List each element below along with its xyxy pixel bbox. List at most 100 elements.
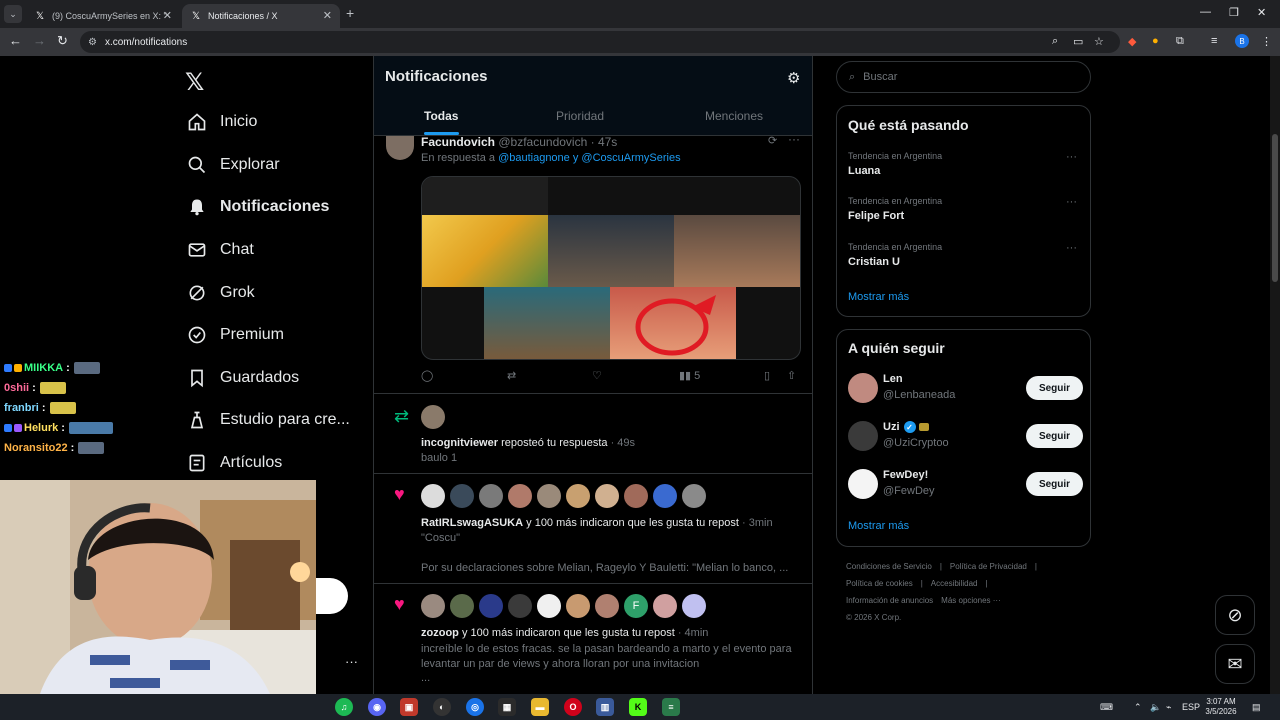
mention-link[interactable]: @CoscuArmySeries <box>581 152 680 164</box>
post-button[interactable] <box>316 578 348 614</box>
keyboard-icon[interactable]: ⌨ <box>1100 702 1113 713</box>
trend-item[interactable]: Tendencia en Argentina Luana ··· <box>848 151 1083 177</box>
more-options-icon[interactable]: ··· <box>788 132 800 146</box>
x-logo-icon[interactable]: 𝕏 <box>185 68 204 96</box>
new-tab-icon[interactable]: + <box>346 5 354 21</box>
opera-icon[interactable]: O <box>564 698 582 716</box>
extension-icon[interactable]: ● <box>1152 35 1159 47</box>
footer-link[interactable]: Accesibilidad <box>931 579 978 588</box>
avatar[interactable] <box>848 421 878 451</box>
app-icon[interactable]: ▣ <box>400 698 418 716</box>
avatar[interactable] <box>537 594 561 618</box>
grok-fab-button[interactable]: ⊘ <box>1215 595 1255 635</box>
share-icon[interactable]: ⇧ <box>787 369 796 382</box>
restore-icon[interactable]: ❐ <box>1229 6 1239 19</box>
like-icon[interactable]: ♡ <box>592 369 602 382</box>
follow-button[interactable]: Seguir <box>1026 472 1083 496</box>
footer-link[interactable]: Condiciones de Servicio <box>846 562 932 571</box>
file-explorer-icon[interactable]: ▬ <box>531 698 549 716</box>
browser-tab-active[interactable]: 𝕏 Notificaciones / X ✕ <box>182 4 340 28</box>
spotify-icon[interactable]: ♫ <box>335 698 353 716</box>
grok-icon[interactable]: ⟳ <box>768 134 777 147</box>
forward-icon[interactable]: → <box>33 33 46 48</box>
avatar[interactable] <box>682 594 706 618</box>
trend-more-icon[interactable]: ··· <box>1066 242 1077 254</box>
show-more-link[interactable]: Mostrar más <box>848 520 909 532</box>
avatar[interactable] <box>421 594 445 618</box>
footer-link[interactable]: Información de anuncios <box>846 596 933 605</box>
trend-item[interactable]: Tendencia en Argentina Cristian U ··· <box>848 242 1083 268</box>
user-name[interactable]: RatIRLswagASUKA <box>421 517 523 529</box>
scrollbar-thumb[interactable] <box>1272 134 1278 282</box>
obs-icon[interactable]: ◐ <box>433 698 451 716</box>
reply-tweet[interactable]: Facundovich @bzfacundovich · 47s ⟳ ··· E… <box>374 132 812 394</box>
avatar[interactable] <box>386 136 414 160</box>
nav-chat[interactable]: Chat <box>186 235 254 265</box>
close-window-icon[interactable]: ✕ <box>1257 6 1266 19</box>
discord-icon[interactable]: ◉ <box>368 698 386 716</box>
follow-suggestion[interactable]: FewDey! @FewDey Seguir <box>848 467 1083 501</box>
back-icon[interactable]: ← <box>9 33 22 48</box>
search-input[interactable]: ⌕ Buscar <box>836 61 1091 93</box>
nav-creator-studio[interactable]: Estudio para cre... <box>186 405 350 435</box>
site-info-icon[interactable]: ⚙ <box>88 37 97 48</box>
avatar[interactable] <box>566 594 590 618</box>
avatar[interactable] <box>566 484 590 508</box>
avatar[interactable] <box>450 484 474 508</box>
tray-chevron-icon[interactable]: ⌃ <box>1134 702 1142 713</box>
language-indicator[interactable]: ESP <box>1182 702 1200 712</box>
avatar[interactable] <box>508 594 532 618</box>
tab-priority[interactable]: Prioridad <box>556 109 604 123</box>
avatar[interactable] <box>682 484 706 508</box>
app-icon[interactable]: ▦ <box>498 698 516 716</box>
nav-articles[interactable]: Artículos <box>186 448 282 478</box>
nav-premium[interactable]: Premium <box>186 320 284 350</box>
nav-bookmarks[interactable]: Guardados <box>186 363 299 393</box>
reply-icon[interactable]: ◯ <box>421 369 433 382</box>
nav-notifications[interactable]: Notificaciones <box>186 192 329 222</box>
tweet-media-collage[interactable] <box>421 176 801 360</box>
show-more-link[interactable]: Mostrar más <box>848 291 909 303</box>
nav-explore[interactable]: Explorar <box>186 150 280 180</box>
follow-suggestion[interactable]: Uzi ✓ @UziCryptoo Seguir <box>848 419 1083 453</box>
profile-avatar[interactable]: B <box>1235 34 1249 48</box>
repost-notification[interactable]: ⇄ incognitviewer reposteó tu respuesta ·… <box>374 394 812 474</box>
bookmark-star-icon[interactable]: ☆ <box>1094 35 1104 48</box>
account-more-icon[interactable]: ··· <box>345 654 358 669</box>
address-bar[interactable]: ⚙ x.com/notifications <box>80 31 1120 53</box>
avatar[interactable] <box>479 484 503 508</box>
app-icon[interactable]: ≡ <box>662 698 680 716</box>
nav-home[interactable]: Inicio <box>186 107 257 137</box>
avatar[interactable] <box>595 484 619 508</box>
notification-center-icon[interactable]: ▤ <box>1252 702 1261 713</box>
kick-icon[interactable]: K <box>629 698 647 716</box>
follow-button[interactable]: Seguir <box>1026 424 1083 448</box>
author-handle[interactable]: @bzfacundovich <box>498 135 587 149</box>
tab-mentions[interactable]: Menciones <box>705 109 763 123</box>
messages-fab-button[interactable]: ✉ <box>1215 644 1255 684</box>
footer-link[interactable]: Política de cookies <box>846 579 913 588</box>
tab-all[interactable]: Todas <box>424 109 458 123</box>
like-notification[interactable]: ♥ RatIRLswagASUKA y 100 más indicaron qu… <box>374 474 812 584</box>
trend-item[interactable]: Tendencia en Argentina Felipe Fort ··· <box>848 196 1083 222</box>
volume-icon[interactable]: 🔈 <box>1150 702 1161 713</box>
mention-link[interactable]: @bautiagnone <box>498 152 570 164</box>
repost-icon[interactable]: ⇄ <box>507 369 516 382</box>
trend-more-icon[interactable]: ··· <box>1066 196 1077 208</box>
avatar[interactable] <box>848 373 878 403</box>
trend-more-icon[interactable]: ··· <box>1066 151 1077 163</box>
network-icon[interactable]: ⌁ <box>1166 702 1171 713</box>
tab-search-button[interactable]: ⌄ <box>4 5 22 23</box>
app-icon[interactable]: ▥ <box>596 698 614 716</box>
follow-suggestion[interactable]: Len @Lenbaneada Seguir <box>848 371 1083 405</box>
browser-tab[interactable]: 𝕏 (9) CoscuArmySeries en X: " ✕ <box>26 4 180 28</box>
chrome-icon[interactable]: ◎ <box>466 698 484 716</box>
nav-grok[interactable]: Grok <box>186 278 255 308</box>
close-tab-icon[interactable]: ✕ <box>163 9 172 22</box>
avatar[interactable] <box>450 594 474 618</box>
reload-icon[interactable]: ↻ <box>57 33 68 49</box>
follow-button[interactable]: Seguir <box>1026 376 1083 400</box>
avatar[interactable] <box>421 405 445 429</box>
avatar[interactable] <box>848 469 878 499</box>
zoom-icon[interactable]: ⌕ <box>1052 35 1058 48</box>
